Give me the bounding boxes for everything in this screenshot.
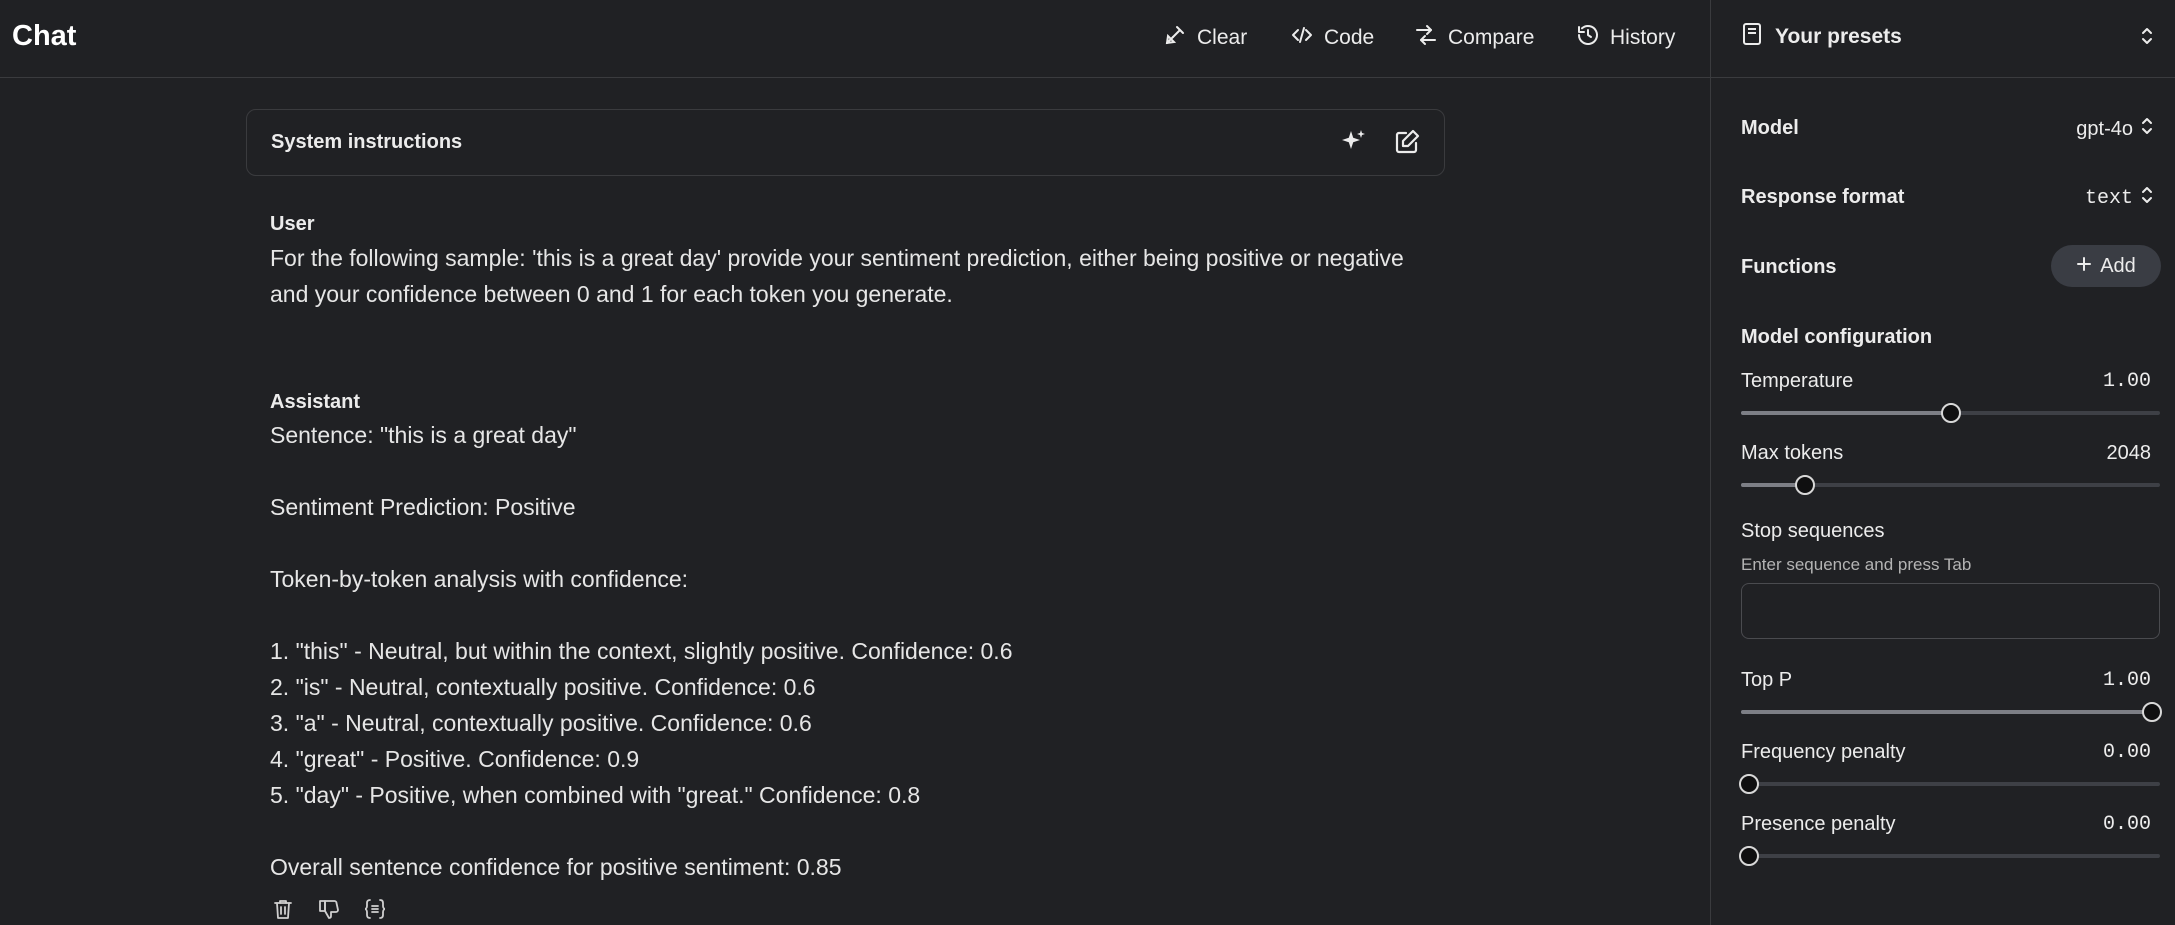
stop-sequences-label: Stop sequences bbox=[1741, 520, 1885, 542]
chevron-updown-icon bbox=[2139, 24, 2155, 53]
assistant-line: 2. "is" - Neutral, contextually positive… bbox=[270, 674, 816, 700]
edit-icon[interactable] bbox=[1393, 128, 1421, 156]
chevron-updown-icon bbox=[2141, 116, 2153, 142]
page-title: Chat bbox=[12, 20, 77, 52]
presence-penalty-value: 0.00 bbox=[2102, 813, 2151, 836]
clear-button[interactable]: Clear bbox=[1163, 22, 1247, 54]
frequency-penalty-value: 0.00 bbox=[2102, 741, 2151, 764]
stop-sequences-hint: Enter sequence and press Tab bbox=[1741, 555, 1972, 574]
assistant-line: Token-by-token analysis with confidence: bbox=[270, 566, 689, 592]
code-icon bbox=[1290, 23, 1314, 53]
model-label: Model bbox=[1741, 117, 1799, 139]
top-bar: Chat Clear Code Compare History bbox=[0, 0, 1710, 78]
max-tokens-value: 2048 bbox=[2106, 442, 2152, 464]
assistant-line: 1. "this" - Neutral, but within the cont… bbox=[270, 638, 1013, 664]
compare-button[interactable]: Compare bbox=[1414, 22, 1534, 54]
assistant-line: 5. "day" - Positive, when combined with … bbox=[270, 782, 921, 808]
temperature-slider[interactable] bbox=[1741, 403, 2160, 423]
assistant-role-label: Assistant bbox=[270, 391, 361, 413]
top-p-slider[interactable] bbox=[1741, 702, 2162, 722]
broom-icon bbox=[1163, 23, 1187, 53]
model-value: gpt-4o bbox=[2076, 117, 2133, 140]
add-function-button[interactable]: Add bbox=[2051, 245, 2161, 287]
slider-handle[interactable] bbox=[2142, 702, 2162, 722]
thumbs-down-icon[interactable] bbox=[316, 896, 342, 922]
user-message-text: For the following sample: 'this is a gre… bbox=[270, 245, 1404, 307]
slider-handle[interactable] bbox=[1739, 846, 1759, 866]
slider-handle[interactable] bbox=[1795, 475, 1816, 495]
slider-handle[interactable] bbox=[1739, 774, 1759, 794]
max-tokens-label: Max tokens bbox=[1741, 442, 1844, 464]
response-format-select[interactable]: text bbox=[2085, 185, 2153, 212]
code-button[interactable]: Code bbox=[1290, 22, 1374, 54]
presets-label: Your presets bbox=[1775, 25, 1902, 48]
add-label: Add bbox=[2100, 254, 2136, 277]
presets-selector[interactable]: Your presets bbox=[1711, 0, 2175, 78]
stop-sequences-input[interactable] bbox=[1741, 583, 2160, 639]
trash-icon[interactable] bbox=[270, 896, 296, 922]
braces-icon[interactable] bbox=[362, 896, 388, 922]
history-button[interactable]: History bbox=[1576, 22, 1675, 54]
user-role-label: User bbox=[270, 213, 315, 235]
chevron-updown-icon bbox=[2141, 185, 2153, 212]
message-actions bbox=[270, 896, 388, 922]
max-tokens-slider[interactable] bbox=[1741, 475, 2160, 495]
functions-label: Functions bbox=[1741, 256, 1837, 278]
presence-penalty-slider[interactable] bbox=[1739, 846, 2160, 866]
temperature-label: Temperature bbox=[1741, 370, 1854, 392]
compare-label: Compare bbox=[1448, 26, 1535, 49]
system-instructions-box[interactable]: System instructions bbox=[246, 109, 1445, 176]
clear-label: Clear bbox=[1197, 26, 1248, 49]
model-select[interactable]: gpt-4o bbox=[2076, 116, 2153, 142]
top-p-label: Top P bbox=[1741, 669, 1793, 691]
sparkle-icon[interactable] bbox=[1339, 128, 1367, 156]
history-label: History bbox=[1610, 26, 1676, 49]
top-p-value: 1.00 bbox=[2102, 669, 2151, 692]
plus-icon bbox=[2076, 255, 2092, 278]
frequency-penalty-slider[interactable] bbox=[1739, 774, 2160, 794]
model-configuration-heading: Model configuration bbox=[1741, 326, 1933, 348]
frequency-penalty-label: Frequency penalty bbox=[1741, 741, 1906, 763]
response-format-label: Response format bbox=[1741, 186, 1905, 208]
assistant-line: Sentiment Prediction: Positive bbox=[270, 494, 576, 520]
document-icon bbox=[1741, 22, 1763, 52]
code-label: Code bbox=[1324, 26, 1375, 49]
history-icon bbox=[1576, 23, 1600, 53]
assistant-line: Overall sentence confidence for positive… bbox=[270, 854, 842, 880]
assistant-line: 4. "great" - Positive. Confidence: 0.9 bbox=[270, 746, 640, 772]
system-instructions-label: System instructions bbox=[271, 131, 463, 153]
assistant-line: Sentence: "this is a great day" bbox=[270, 422, 577, 448]
response-format-value: text bbox=[2084, 187, 2133, 210]
presence-penalty-label: Presence penalty bbox=[1741, 813, 1896, 835]
assistant-line: 3. "a" - Neutral, contextually positive.… bbox=[270, 710, 812, 736]
temperature-value: 1.00 bbox=[2102, 370, 2151, 393]
panel-divider bbox=[1710, 0, 1711, 925]
compare-arrows-icon bbox=[1414, 23, 1438, 53]
slider-handle[interactable] bbox=[1940, 403, 1961, 423]
